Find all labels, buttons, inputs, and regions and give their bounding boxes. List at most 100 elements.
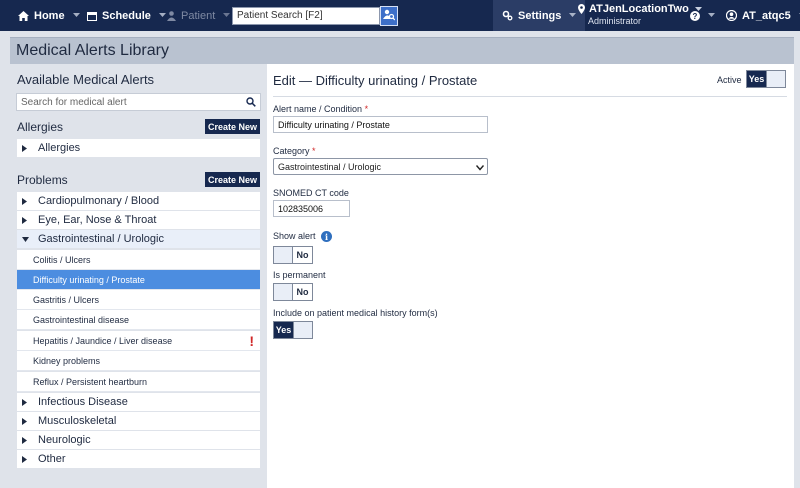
active-toggle[interactable]: Yes [746,70,786,88]
chevron-down-icon [569,13,577,18]
edit-alert-panel: Edit — Difficulty urinating / Prostate A… [267,64,794,488]
nav-home[interactable]: Home [18,0,80,31]
group-neurologic[interactable]: Neurologic [17,431,260,450]
nav-patient-label: Patient [181,9,216,22]
allergies-heading: Allergies [17,120,64,134]
group-label: Allergies [38,142,81,154]
caret-right-icon [22,398,32,406]
nav-user[interactable]: AT_atqc5 [726,0,800,31]
create-allergy-button[interactable]: Create New [205,119,260,134]
group-label: Neurologic [38,434,91,446]
snomed-input[interactable]: 102835006 [273,200,350,217]
chevron-down-icon [223,13,231,18]
category-label-text: Category [273,146,310,156]
group-label: Eye, Ear, Nose & Throat [38,214,157,226]
chevron-down-icon [708,13,715,18]
nav-settings[interactable]: Settings [493,0,586,31]
location-switcher[interactable]: ATJenLocationTwo Administrator [578,3,702,26]
home-icon [18,10,29,21]
caret-right-icon [22,436,32,444]
show-alert-toggle[interactable]: No [273,246,313,264]
include-history-toggle[interactable]: Yes [273,321,313,339]
list-item[interactable]: Hepatitis / Jaundice / Liver disease ! [17,331,260,351]
nav-schedule[interactable]: Schedule [87,0,166,31]
show-alert-toggle-value: No [296,250,309,260]
nav-help[interactable]: ? [690,0,715,31]
nav-home-label: Home [34,9,65,22]
group-musculoskeletal[interactable]: Musculoskeletal [17,412,260,431]
group-label: Infectious Disease [38,396,128,408]
page-title: Medical Alerts Library [16,42,169,59]
active-toggle-value: Yes [747,71,766,87]
caret-right-icon [22,417,32,425]
person-icon [167,10,176,21]
group-eent[interactable]: Eye, Ear, Nose & Throat [17,211,260,230]
chevron-down-icon [158,13,166,18]
map-pin-icon [578,4,585,14]
chevron-down-icon [72,13,80,18]
caret-right-icon [22,216,32,224]
search-icon [246,97,256,110]
location-role: Administrator [588,16,642,26]
list-item-selected[interactable]: Difficulty urinating / Prostate [17,270,260,290]
toggle-knob [293,322,312,338]
toggle-knob [766,71,785,87]
list-item[interactable]: Gastritis / Ulcers [17,290,260,310]
user-account-icon [726,10,737,21]
list-item[interactable]: Colitis / Ulcers [17,250,260,270]
nav-settings-label: Settings [518,9,562,22]
patient-search-input[interactable]: Patient Search [F2] [232,7,380,25]
divider [273,96,787,97]
group-gastrointestinal[interactable]: Gastrointestinal / Urologic [17,230,260,249]
warning-icon: ! [249,333,254,349]
alerts-list-panel: Available Medical Alerts Search for medi… [10,64,267,488]
group-other[interactable]: Other [17,450,260,469]
alert-name-input[interactable]: Difficulty urinating / Prostate [273,116,488,133]
page-header: Medical Alerts Library [10,37,794,64]
required-mark: * [364,104,369,114]
is-permanent-toggle[interactable]: No [273,283,313,301]
alert-search-input[interactable]: Search for medical alert [16,93,261,111]
available-alerts-heading: Available Medical Alerts [17,72,155,87]
list-item[interactable]: Gastrointestinal disease [17,310,260,330]
alert-search-placeholder: Search for medical alert [21,97,127,108]
group-allergies[interactable]: Allergies [17,139,260,158]
help-icon: ? [690,10,700,21]
location-name: ATJenLocationTwo [589,3,689,15]
snomed-label: SNOMED CT code [273,188,349,198]
caret-right-icon [22,455,32,463]
alert-name-label: Alert name / Condition * [273,104,368,114]
category-label: Category * [273,146,316,156]
group-label: Cardiopulmonary / Blood [38,195,160,207]
caret-right-icon [22,197,32,205]
edit-title: Edit — Difficulty urinating / Prostate [273,73,478,88]
group-label: Other [38,453,66,465]
group-label: Musculoskeletal [38,415,117,427]
top-navigation: Home Schedule Patient Patient Search [F2… [0,0,800,31]
toggle-knob [274,284,293,300]
group-label: Gastrointestinal / Urologic [38,233,164,245]
nav-patient: Patient [167,0,231,31]
calendar-icon [87,11,97,21]
patient-search-button[interactable] [380,6,398,26]
gear-icon [502,10,513,21]
group-cardiopulmonary[interactable]: Cardiopulmonary / Blood [17,192,260,211]
nav-schedule-label: Schedule [102,9,151,22]
list-item[interactable]: Reflux / Persistent heartburn [17,372,260,392]
caret-right-icon [22,144,32,152]
create-problem-button[interactable]: Create New [205,172,260,187]
group-infectious[interactable]: Infectious Disease [17,393,260,412]
nav-user-label: AT_atqc5 [742,9,791,22]
list-item[interactable]: Kidney problems [17,351,260,371]
caret-down-icon [22,236,32,242]
problems-heading: Problems [17,173,68,187]
user-search-icon [383,9,396,24]
category-select-value: Gastrointestinal / Urologic [278,162,382,172]
active-label: Active [717,75,742,85]
required-mark: * [312,146,316,156]
info-icon[interactable]: i [321,231,332,242]
svg-text:?: ? [693,12,698,21]
include-history-label: Include on patient medical history form(… [273,308,438,318]
category-select[interactable]: Gastrointestinal / Urologic [273,158,488,175]
list-item-label: Hepatitis / Jaundice / Liver disease [33,335,173,346]
